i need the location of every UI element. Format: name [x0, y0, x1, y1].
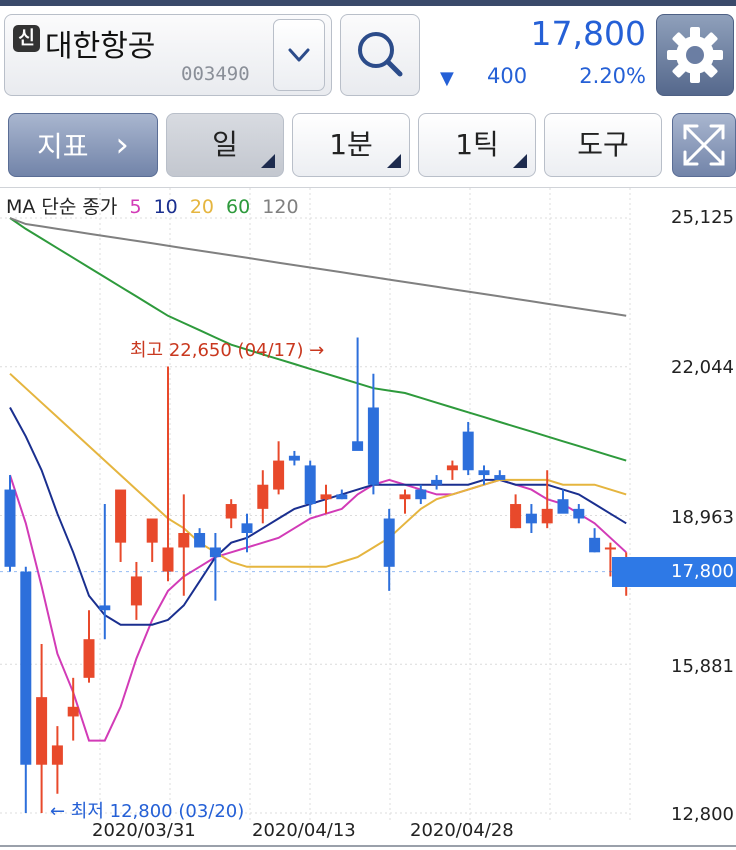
stock-dropdown-button[interactable] [273, 19, 325, 91]
period-1tick-button[interactable]: 1틱 [418, 113, 536, 177]
candle-body [162, 547, 174, 572]
candle-body [257, 484, 269, 509]
x-axis-date: 2020/04/28 [410, 820, 514, 841]
corner-triangle-icon [387, 154, 401, 168]
change-percent: 2.20% [579, 64, 646, 88]
candle-body [446, 465, 458, 471]
price-axis-label: 12,800 [671, 804, 734, 825]
period-day-button[interactable]: 일 [166, 113, 284, 177]
candle-body [209, 547, 221, 558]
candle-body [510, 504, 522, 529]
stock-code: 003490 [181, 63, 250, 85]
ma-line-20 [9, 372, 627, 568]
indicator-label: 지표 [36, 130, 89, 163]
period-day-label: 일 [212, 128, 238, 161]
current-price: 17,800 [530, 14, 646, 53]
top-status-strip [0, 0, 736, 6]
period-1min-button[interactable]: 1분 [292, 113, 410, 177]
candle-body [36, 697, 48, 765]
candle-body [367, 407, 379, 485]
candlestick-chart[interactable] [0, 188, 736, 828]
bottom-divider [0, 845, 736, 847]
candle-body [415, 489, 427, 500]
indicator-button[interactable]: 지표 › [8, 113, 158, 177]
candle-body [336, 494, 348, 500]
candle-body [541, 508, 553, 524]
change-value: 400 [487, 64, 528, 88]
candle-body [51, 745, 63, 765]
tools-label: 도구 [577, 128, 629, 161]
price-axis-label: 25,125 [671, 207, 734, 228]
candle-body [604, 547, 616, 550]
candle-body [67, 706, 79, 717]
candle-body [573, 508, 585, 519]
corner-triangle-icon [513, 154, 527, 168]
current-price-tag: 17,800 [612, 557, 736, 587]
candle-body [4, 489, 16, 567]
x-axis-date: 2020/04/13 [252, 820, 356, 841]
expand-button[interactable] [672, 113, 736, 177]
settings-button[interactable] [656, 14, 734, 96]
stock-name: 대한항공 [45, 29, 156, 64]
period-1min-label: 1분 [329, 128, 373, 161]
candle-body [589, 537, 601, 553]
candle-body [383, 518, 395, 567]
price-axis-label: 18,963 [671, 507, 734, 528]
chevron-down-icon [288, 48, 310, 62]
price-axis-label: 15,881 [671, 656, 734, 677]
candle-body [194, 533, 206, 548]
candle-body [399, 494, 411, 500]
corner-triangle-icon [261, 154, 275, 168]
change-down-icon: ▼ [440, 68, 454, 89]
credit-badge: 신 [13, 25, 40, 52]
price-axis-label: 22,044 [671, 357, 734, 378]
candle-body [557, 499, 569, 514]
candle-body [431, 479, 443, 485]
candle-body [478, 470, 490, 476]
candle-body [83, 639, 95, 678]
search-icon [358, 32, 403, 77]
candle-body [20, 571, 32, 765]
search-button[interactable] [340, 14, 420, 96]
candle-body [352, 441, 364, 451]
chevron-right-icon: › [115, 125, 130, 165]
period-1tick-label: 1틱 [455, 128, 499, 161]
ma-line-120 [9, 217, 627, 317]
candle-body [320, 494, 332, 500]
x-axis-date: 2020/03/31 [92, 820, 196, 841]
candle-body [462, 431, 474, 471]
candle-body [494, 475, 506, 480]
candle-body [115, 489, 127, 543]
expand-icon [683, 124, 725, 166]
gear-icon [667, 27, 723, 83]
tools-button[interactable]: 도구 [544, 113, 662, 177]
candle-body [241, 523, 253, 533]
stock-selector[interactable]: 신 대한항공 003490 [4, 14, 332, 96]
high-annotation: 최고 22,650 (04/17) → [130, 340, 325, 361]
candle-body [225, 504, 237, 519]
candle-body [99, 605, 111, 611]
candle-body [178, 533, 190, 548]
candle-body [288, 455, 300, 461]
candle-body [304, 465, 316, 505]
candle-body [130, 576, 142, 606]
candle-body [525, 513, 537, 524]
candle-body [273, 460, 285, 490]
candle-body [146, 518, 158, 543]
